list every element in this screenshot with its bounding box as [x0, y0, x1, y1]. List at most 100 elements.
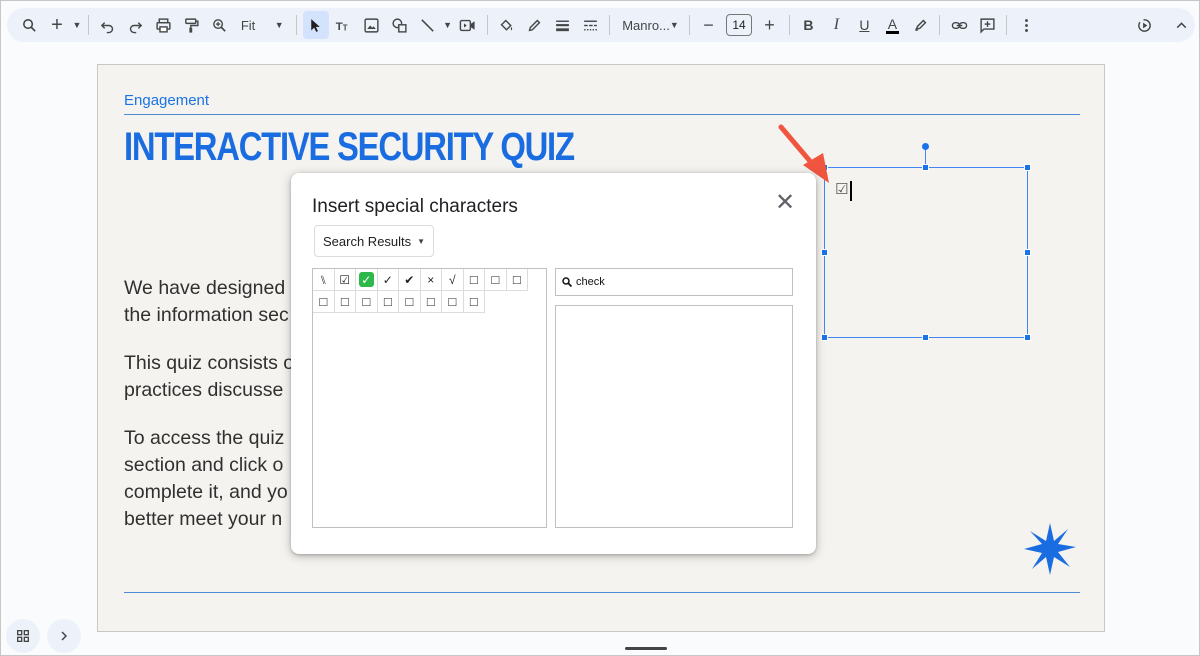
- shape-icon[interactable]: [387, 11, 413, 39]
- character-glyph: □: [469, 294, 478, 309]
- draw-preview-area[interactable]: [555, 305, 793, 528]
- character-cell[interactable]: □: [334, 291, 356, 313]
- character-cell[interactable]: □: [463, 269, 485, 291]
- font-name: Manro...: [622, 17, 670, 33]
- text-color-icon: A: [885, 15, 900, 34]
- insert-video-icon[interactable]: [455, 11, 481, 39]
- insert-special-characters-dialog: Insert special characters ✕ Search Resul…: [291, 173, 816, 554]
- insert-link-icon[interactable]: [946, 11, 972, 39]
- border-weight-icon[interactable]: [549, 11, 575, 39]
- insert-image-icon[interactable]: [359, 11, 385, 39]
- toolbar-divider: [788, 15, 790, 35]
- rotation-handle[interactable]: [922, 143, 929, 150]
- character-cell[interactable]: □: [442, 291, 464, 313]
- grid-view-button[interactable]: [6, 619, 40, 653]
- border-color-icon[interactable]: [521, 11, 547, 39]
- slide-bottom-rule: [124, 592, 1080, 593]
- font-size-input[interactable]: 14: [726, 14, 752, 36]
- character-glyph: □: [512, 272, 521, 287]
- new-slide-plus-icon[interactable]: +: [44, 11, 70, 39]
- character-cell[interactable]: ✓: [356, 269, 378, 291]
- text-color-button[interactable]: A: [879, 11, 905, 39]
- font-select[interactable]: Manro... ▼: [616, 11, 682, 39]
- toolbar-divider: [88, 15, 89, 35]
- slide-eyebrow: Engagement: [124, 92, 210, 109]
- character-cell[interactable]: □: [399, 291, 421, 313]
- speaker-notes-drag-handle[interactable]: [625, 647, 667, 650]
- select-cursor-icon[interactable]: [302, 11, 329, 39]
- motion-icon[interactable]: [1132, 11, 1158, 39]
- resize-handle-e[interactable]: [1024, 249, 1031, 256]
- search-value: check: [576, 276, 605, 288]
- zoom-icon[interactable]: [207, 11, 233, 39]
- print-icon[interactable]: [151, 11, 177, 39]
- grid-view-icon: [16, 630, 29, 642]
- character-glyph: ✓: [382, 272, 393, 287]
- toolbar-divider: [939, 15, 941, 35]
- text-cursor: [850, 181, 852, 201]
- character-glyph: □: [426, 294, 435, 309]
- category-dropdown[interactable]: Search Results ▼: [314, 225, 435, 257]
- add-comment-icon[interactable]: [974, 11, 1000, 39]
- toolbar-divider: [1006, 15, 1008, 35]
- resize-handle-n[interactable]: [922, 164, 929, 171]
- resize-handle-sw[interactable]: [821, 334, 828, 341]
- bold-button[interactable]: B: [795, 11, 821, 39]
- close-icon[interactable]: ✕: [775, 188, 795, 217]
- redo-icon[interactable]: [123, 11, 149, 39]
- highlight-color-icon[interactable]: [907, 11, 933, 39]
- resize-handle-w[interactable]: [821, 249, 828, 256]
- fill-color-icon[interactable]: [493, 11, 519, 39]
- text-box-icon[interactable]: TT: [331, 11, 357, 39]
- line-icon[interactable]: [415, 11, 441, 39]
- line-caret-icon[interactable]: ▼: [443, 11, 453, 39]
- character-glyph: □: [340, 294, 349, 309]
- zoom-value: Fit: [240, 17, 256, 33]
- zoom-select[interactable]: Fit ▼: [235, 11, 290, 39]
- editor-toolbar: + ▼ Fit ▼ TT ▼ Manro... ▼ − 14 + B I U A: [7, 8, 1195, 42]
- character-cell[interactable]: √: [442, 269, 464, 291]
- search-icon: [562, 277, 573, 288]
- new-slide-caret-icon[interactable]: ▼: [72, 11, 82, 39]
- svg-text:T: T: [336, 20, 343, 32]
- selected-text-box[interactable]: [824, 167, 1028, 338]
- border-dash-icon[interactable]: [577, 11, 603, 39]
- character-cell[interactable]: □: [485, 269, 507, 291]
- decrease-font-size-button[interactable]: −: [695, 11, 721, 39]
- underline-button[interactable]: U: [851, 11, 877, 39]
- inserted-checkbox-char: ☑: [835, 181, 849, 198]
- character-cell[interactable]: □: [356, 291, 378, 313]
- star-burst-icon: [1024, 523, 1076, 575]
- character-cell[interactable]: □: [420, 291, 442, 313]
- expand-filmstrip-button[interactable]: [47, 619, 81, 653]
- toolbar-divider: [609, 15, 611, 35]
- character-glyph: ✔: [404, 272, 415, 287]
- resize-handle-ne[interactable]: [1024, 164, 1031, 171]
- search-menus-icon[interactable]: [16, 11, 42, 39]
- character-cell[interactable]: ⑊: [313, 269, 335, 291]
- resize-handle-se[interactable]: [1024, 334, 1031, 341]
- italic-button[interactable]: I: [823, 11, 849, 39]
- italic-icon: I: [833, 16, 840, 33]
- character-cell[interactable]: ✔: [399, 269, 421, 291]
- character-cell[interactable]: □: [463, 291, 485, 313]
- character-search-input[interactable]: check: [555, 268, 793, 296]
- character-glyph: □: [405, 294, 414, 309]
- resize-handle-s[interactable]: [922, 334, 929, 341]
- dialog-title: Insert special characters: [312, 196, 518, 217]
- character-cell[interactable]: □: [313, 291, 335, 313]
- character-cell[interactable]: ×: [420, 269, 442, 291]
- paint-format-icon[interactable]: [179, 11, 205, 39]
- more-options-icon[interactable]: [1013, 11, 1039, 39]
- character-glyph: □: [383, 294, 392, 309]
- character-cell[interactable]: □: [377, 291, 399, 313]
- undo-icon[interactable]: [95, 11, 121, 39]
- character-cell[interactable]: □: [506, 269, 528, 291]
- increase-font-size-button[interactable]: +: [757, 11, 783, 39]
- character-cell[interactable]: ☑: [334, 269, 356, 291]
- slide-title: INTERACTIVE SECURITY QUIZ: [124, 125, 575, 169]
- collapse-toolbar-icon[interactable]: [1168, 11, 1194, 39]
- chevron-down-icon: ▼: [669, 20, 679, 30]
- category-value: Search Results: [323, 233, 412, 249]
- character-cell[interactable]: ✓: [377, 269, 399, 291]
